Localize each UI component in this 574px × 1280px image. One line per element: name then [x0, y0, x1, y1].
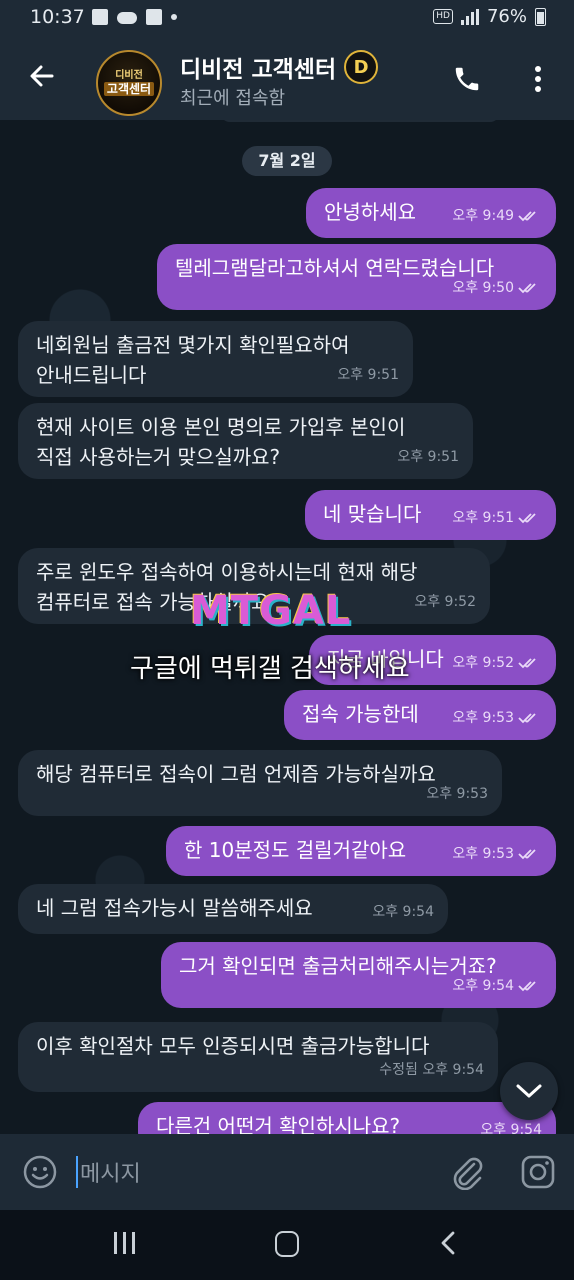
message-bubble-incoming[interactable]: 해당 컴퓨터로 접속이 그럼 언제즘 가능하실까요 오후 9:53: [18, 750, 502, 816]
message-time: 오후 9:51: [337, 367, 399, 383]
signal-icon: [460, 8, 479, 25]
message-bubble-incoming[interactable]: 이후 확인절차 모두 인증되시면 출금가능합니다 수정됨 오후 9:54: [18, 1022, 498, 1092]
double-check-icon: [518, 849, 536, 860]
message-bubble-incoming[interactable]: 네회원님 출금전 몇가지 확인필요하여 안내드립니다 오후 9:51: [18, 321, 413, 397]
message-bubble-outgoing[interactable]: 텔레그램달라고하셔서 연락드렸습니다 오후 9:50: [157, 244, 556, 310]
hd-voice-icon: HD: [433, 9, 453, 24]
battery-percent: 76%: [486, 6, 527, 27]
cloud-notification-icon: [117, 12, 137, 24]
camera-icon[interactable]: [520, 1154, 556, 1190]
nav-back-icon[interactable]: [438, 1230, 458, 1256]
back-arrow-icon[interactable]: [28, 62, 56, 90]
message-time: 오후 9:54: [452, 978, 514, 994]
message-bubble-incoming[interactable]: 네 그럼 접속가능시 말씀해주세요 오후 9:54: [18, 884, 448, 934]
d-badge-icon: D: [344, 50, 379, 84]
double-check-icon: [518, 713, 536, 724]
message-time: 오후 9:51: [452, 510, 514, 526]
more-notifications-dot-icon: [171, 14, 177, 20]
date-separator: 7월 2일: [242, 146, 332, 176]
message-bubble-incoming[interactable]: 주로 윈도우 접속하여 이용하시는데 현재 해당 컴퓨터로 접속 가능하실까요 오…: [18, 548, 490, 624]
message-time: 오후 9:52: [414, 594, 476, 610]
home-icon[interactable]: [275, 1231, 299, 1257]
message-bubble-outgoing[interactable]: 안녕하세요 오후 9:49: [306, 188, 556, 238]
battery-icon: [535, 7, 546, 26]
scroll-to-bottom-button[interactable]: [500, 1062, 558, 1120]
message-bubble-outgoing[interactable]: 네 맞습니다 오후 9:51: [305, 490, 556, 540]
double-check-icon: [518, 658, 536, 669]
last-seen-status: 최근에 접속함: [180, 88, 286, 109]
double-check-icon: [518, 283, 536, 294]
message-composer: 메시지: [0, 1134, 574, 1210]
message-time: 오후 9:53: [452, 846, 514, 862]
double-check-icon: [518, 513, 536, 524]
message-time: 오후 9:52: [452, 655, 514, 671]
gallery-notification-icon: [92, 9, 108, 25]
attach-icon[interactable]: [450, 1154, 484, 1190]
emoji-icon[interactable]: [22, 1154, 58, 1190]
message-time: 오후 9:53: [452, 710, 514, 726]
chat-title[interactable]: 디비전 고객센터 D: [180, 50, 379, 84]
message-time: 오후 9:49: [452, 208, 514, 224]
message-list[interactable]: 7월 2일 안녕하세요 오후 9:49 텔레그램달라고하셔서 연락드렸습니다 오…: [0, 120, 574, 1134]
message-bubble-outgoing[interactable]: 지금 바입니다 오후 9:52: [309, 635, 556, 685]
message-bubble-outgoing[interactable]: 접속 가능한데 오후 9:53: [284, 690, 556, 740]
text-cursor: [76, 1156, 78, 1188]
message-time: 수정됨 오후 9:54: [379, 1062, 484, 1078]
message-time: 오후 9:54: [372, 904, 434, 920]
system-nav-bar: [0, 1210, 574, 1280]
message-input[interactable]: 메시지: [80, 1156, 141, 1188]
chevron-down-icon: [516, 1084, 542, 1098]
status-bar: 10:37 HD 76%: [0, 0, 574, 36]
message-bubble-outgoing[interactable]: 다른건 어떤거 확인하시나요? 오후 9:54: [138, 1102, 556, 1134]
message-bubble-outgoing[interactable]: 한 10분정도 걸릴거같아요 오후 9:53: [166, 826, 556, 876]
avatar[interactable]: 디비전 고객센터: [96, 50, 162, 116]
message-bubble-outgoing[interactable]: 그거 확인되면 출금처리해주시는거죠? 오후 9:54: [161, 942, 556, 1008]
recent-apps-icon[interactable]: [114, 1232, 135, 1254]
checkbox-notification-icon: [146, 9, 162, 25]
double-check-icon: [518, 211, 536, 222]
status-time: 10:37: [30, 6, 85, 28]
phone-call-icon[interactable]: [452, 64, 482, 94]
more-options-icon[interactable]: [530, 64, 546, 94]
chat-header: 디비전 고객센터 디비전 고객센터 D 최근에 접속함: [0, 36, 574, 120]
previous-message-partial: [220, 120, 500, 122]
message-time: 오후 9:53: [426, 786, 488, 802]
message-time: 오후 9:51: [397, 449, 459, 465]
message-bubble-incoming[interactable]: 현재 사이트 이용 본인 명의로 가입후 본인이 직접 사용하는거 맞으실까요? …: [18, 403, 473, 479]
double-check-icon: [518, 981, 536, 992]
message-time: 오후 9:50: [452, 280, 514, 296]
